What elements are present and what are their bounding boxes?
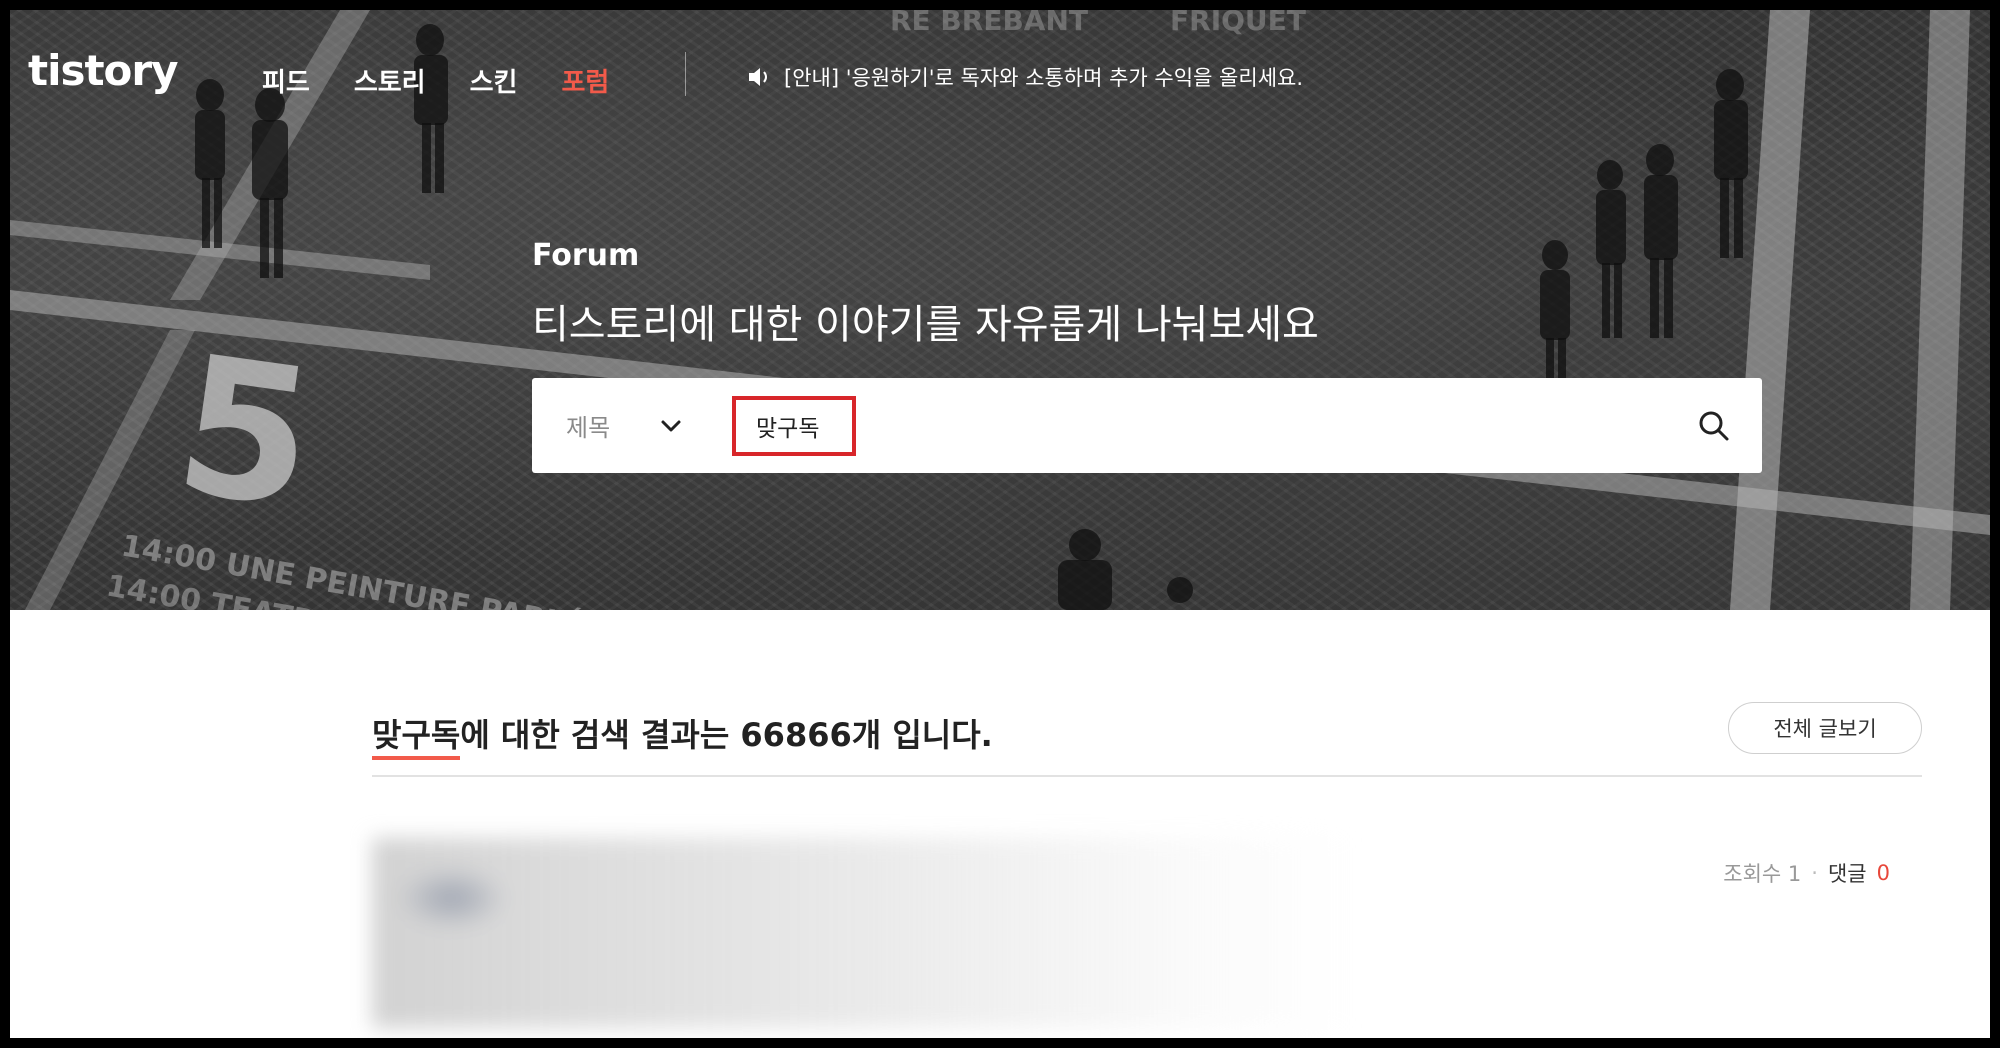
- forum-hero: 5 14:00 UNE PEINTURE PARLÉE 14:00 TEATRI…: [10, 10, 1990, 610]
- nav-divider: [685, 52, 686, 96]
- comment-count: 0: [1876, 861, 1890, 885]
- chevron-down-icon: [661, 420, 681, 431]
- notice-text: [안내] '응원하기'로 독자와 소통하며 추가 수익을 올리세요.: [784, 66, 1304, 90]
- tistory-logo[interactable]: tistory: [28, 46, 178, 95]
- nav-skin[interactable]: 스킨: [470, 62, 518, 99]
- hero-title: Forum: [532, 238, 640, 273]
- main-nav: 피드 스토리 스킨 포럼: [262, 62, 609, 99]
- post-meta: 조회수 1 · 댓글 0: [1723, 858, 1890, 888]
- search-result-summary: 맞구독에 대한 검색 결과는 66866개 입니다.: [372, 710, 993, 756]
- view-count: 조회수 1: [1723, 862, 1802, 886]
- browser-viewport: 5 14:00 UNE PEINTURE PARLÉE 14:00 TEATRI…: [10, 10, 1990, 1038]
- meta-separator: ·: [1811, 861, 1818, 885]
- nav-story[interactable]: 스토리: [354, 62, 426, 99]
- search-result-count-text: 에 대한 검색 결과는 66866개 입니다.: [460, 716, 993, 754]
- speaker-icon: [749, 68, 767, 86]
- forum-search-box: 제목: [532, 378, 1762, 473]
- nav-forum[interactable]: 포럼: [561, 62, 609, 99]
- results-divider: [372, 775, 1922, 777]
- blurred-post-content: [372, 838, 1352, 1028]
- search-input[interactable]: [732, 396, 856, 456]
- search-icon[interactable]: [1698, 410, 1730, 442]
- notice-banner[interactable]: [안내] '응원하기'로 독자와 소통하며 추가 수익을 올리세요.: [746, 62, 1303, 92]
- search-field-select-value: 제목: [566, 414, 611, 442]
- search-field-select[interactable]: 제목: [532, 378, 712, 473]
- hero-subtitle: 티스토리에 대한 이야기를 자유롭게 나눠보세요: [532, 302, 1319, 348]
- view-all-posts-button[interactable]: 전체 글보기: [1728, 702, 1922, 754]
- list-item[interactable]: 조회수 1 · 댓글 0: [372, 828, 1922, 1038]
- comment-label: 댓글: [1827, 862, 1867, 886]
- search-keyword: 맞구독: [372, 716, 461, 754]
- search-input-wrap: [712, 378, 1762, 473]
- nav-feed[interactable]: 피드: [262, 62, 310, 99]
